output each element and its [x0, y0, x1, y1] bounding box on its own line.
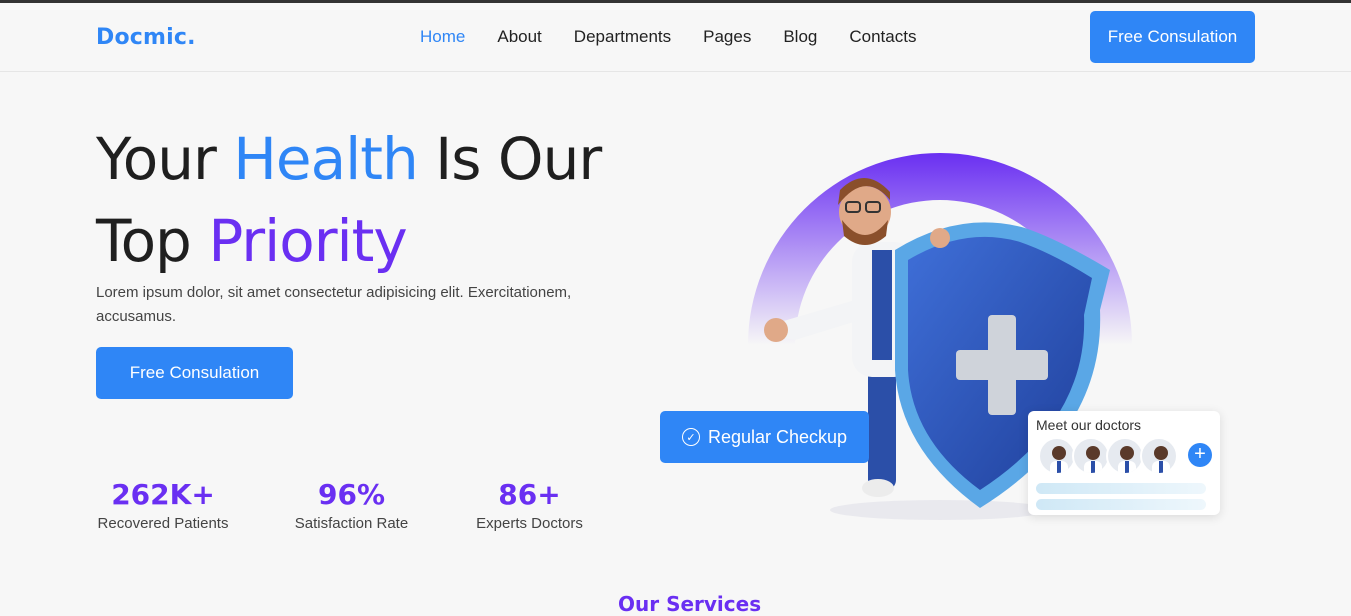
hero-consultation-button[interactable]: Free Consulation — [96, 347, 293, 399]
header-consultation-button[interactable]: Free Consulation — [1090, 11, 1255, 63]
stat-label: Satisfaction Rate — [294, 515, 409, 532]
stat-experts-doctors: 86+ Experts Doctors — [474, 478, 585, 532]
hero-title-highlight-health: Health — [233, 125, 418, 193]
next-section-title: Our Services — [618, 592, 762, 616]
doctors-card-title: Meet our doctors — [1036, 417, 1142, 433]
placeholder-bar — [1036, 483, 1206, 494]
main-nav: Home About Departments Pages Blog Contac… — [420, 27, 916, 47]
hero-title-part1: Your — [96, 125, 234, 193]
regular-checkup-badge[interactable]: ✓ Regular Checkup — [660, 411, 869, 463]
nav-about[interactable]: About — [497, 27, 541, 47]
meet-our-doctors-card: Meet our doctors + — [1028, 411, 1220, 515]
nav-home[interactable]: Home — [420, 27, 465, 47]
avatar[interactable] — [1140, 437, 1178, 475]
avatar[interactable] — [1106, 437, 1144, 475]
stat-recovered-patients: 262K+ Recovered Patients — [96, 478, 230, 532]
avatar[interactable] — [1072, 437, 1110, 475]
stat-label: Recovered Patients — [97, 515, 229, 532]
hero-title-highlight-priority: Priority — [208, 207, 407, 275]
nav-pages[interactable]: Pages — [703, 27, 751, 47]
hero-title-part3: Top — [96, 207, 209, 275]
plus-icon[interactable]: + — [1188, 443, 1212, 467]
stat-satisfaction-rate: 96% Satisfaction Rate — [293, 478, 410, 532]
stat-value: 262K+ — [111, 478, 215, 511]
check-circle-icon: ✓ — [681, 428, 700, 446]
logo[interactable]: Docmic. — [96, 25, 196, 50]
doctor-avatars — [1038, 437, 1178, 475]
hero-title-part2: Is Our — [417, 125, 602, 193]
site-header: Docmic. Home About Departments Pages Blo… — [0, 3, 1351, 72]
stat-value: 96% — [317, 478, 386, 511]
regular-checkup-label: Regular Checkup — [707, 426, 848, 447]
stat-value: 86+ — [498, 478, 561, 511]
stat-label: Experts Doctors — [476, 515, 583, 532]
nav-departments[interactable]: Departments — [574, 27, 671, 47]
hero-title: Your Health Is Our Top Priority — [96, 118, 602, 282]
floor-shadow — [830, 500, 1050, 520]
nav-blog[interactable]: Blog — [783, 27, 817, 47]
avatar[interactable] — [1038, 437, 1076, 475]
placeholder-bar — [1036, 499, 1206, 510]
nav-contacts[interactable]: Contacts — [849, 27, 916, 47]
doctor-hand — [930, 228, 950, 248]
hero-description: Lorem ipsum dolor, sit amet consectetur … — [96, 284, 572, 325]
